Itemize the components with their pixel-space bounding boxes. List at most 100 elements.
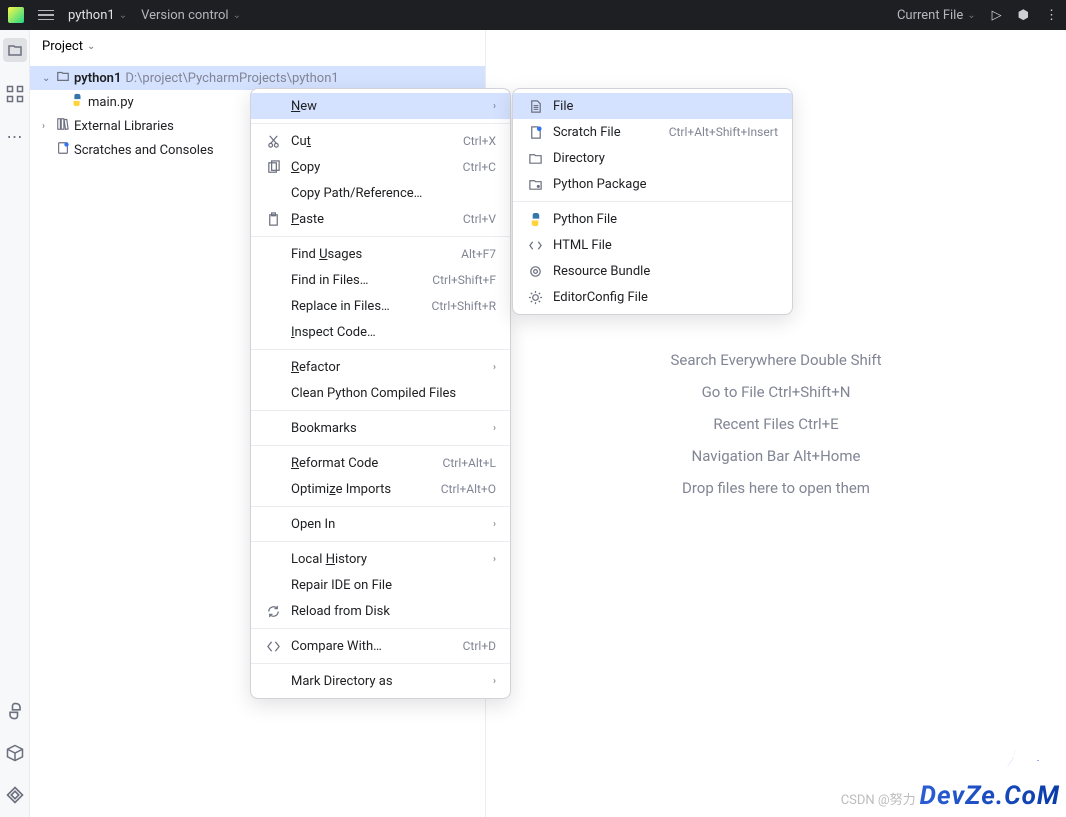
menu-label: Inspect Code…	[291, 325, 496, 340]
project-root-node[interactable]: ⌄ python1 D:\project\PycharmProjects\pyt…	[30, 66, 485, 90]
menu-label: EditorConfig File	[553, 290, 778, 305]
menu-label: New	[291, 99, 483, 114]
chevron-down-icon: ⌄	[119, 10, 127, 21]
chevron-right-icon: ›	[493, 676, 496, 687]
services-icon[interactable]	[5, 785, 25, 805]
watermark: CSDN @努力 DevZe.CoM	[841, 781, 1060, 811]
menu-label: Find in Files…	[291, 273, 422, 288]
more-tool-icon[interactable]: ⋯	[5, 126, 25, 146]
menu-item-directory[interactable]: Directory	[513, 145, 792, 171]
menu-label: Repair IDE on File	[291, 578, 496, 593]
scratch-icon	[527, 125, 543, 140]
run-config-dropdown[interactable]: Current File⌄	[897, 8, 976, 23]
menu-item-clean-python-compiled-files[interactable]: Clean Python Compiled Files	[251, 380, 510, 406]
shortcut-label: Ctrl+D	[463, 639, 496, 653]
menu-item-find-in-files-[interactable]: Find in Files… Ctrl+Shift+F	[251, 267, 510, 293]
py-icon	[527, 212, 543, 227]
titlebar: python1⌄ Version control⌄ Current File⌄ …	[0, 0, 1066, 30]
packages-icon[interactable]	[5, 743, 25, 763]
folder-icon	[56, 69, 70, 87]
menu-label: Paste	[291, 212, 453, 227]
menu-item-bookmarks[interactable]: Bookmarks ›	[251, 415, 510, 441]
scratches-label: Scratches and Consoles	[74, 143, 214, 158]
menu-item-python-file[interactable]: Python File	[513, 206, 792, 232]
external-label: External Libraries	[74, 119, 174, 134]
menu-item-copy[interactable]: CopyCtrl+C	[251, 154, 510, 180]
menu-label: HTML File	[553, 238, 778, 253]
shortcut-label: Ctrl+Shift+F	[432, 273, 496, 287]
scratches-icon	[56, 141, 70, 159]
context-menu: New › CutCtrl+XCopyCtrl+CCopy Path/Referen…	[250, 88, 511, 699]
python-file-icon	[70, 93, 84, 111]
project-root-label: python1	[74, 71, 121, 86]
menu-item-reformat-code[interactable]: Reformat Code Ctrl+Alt+L	[251, 450, 510, 476]
shortcut-label: Alt+F7	[461, 247, 496, 261]
chevron-right-icon: ›	[493, 554, 496, 565]
menu-item-resource-bundle[interactable]: Resource Bundle	[513, 258, 792, 284]
menu-item-find-usages[interactable]: Find Usages Alt+F7	[251, 241, 510, 267]
debug-icon[interactable]: ⬢	[1018, 8, 1029, 23]
chevron-down-icon: ⌄	[233, 10, 241, 21]
menu-item-html-file[interactable]: HTML File	[513, 232, 792, 258]
project-tool-icon[interactable]	[3, 38, 27, 62]
chevron-right-icon: ›	[493, 423, 496, 434]
menu-item-new[interactable]: New ›	[251, 93, 510, 119]
menu-item-cut[interactable]: CutCtrl+X	[251, 128, 510, 154]
menu-label: Reformat Code	[291, 456, 433, 471]
menu-label: Refactor	[291, 360, 483, 375]
menu-item-editorconfig-file[interactable]: EditorConfig File	[513, 284, 792, 310]
menu-item-replace-in-files-[interactable]: Replace in Files…Ctrl+Shift+R	[251, 293, 510, 319]
shortcut-label: Ctrl+Alt+L	[443, 456, 496, 470]
menu-item-scratch-file[interactable]: Scratch FileCtrl+Alt+Shift+Insert	[513, 119, 792, 145]
menu-item-paste[interactable]: Paste Ctrl+V	[251, 206, 510, 232]
hint-goto: Go to File Ctrl+Shift+N	[702, 383, 851, 401]
menu-label: Reload from Disk	[291, 604, 496, 619]
python-console-icon[interactable]	[5, 701, 25, 721]
shortcut-label: Ctrl+C	[463, 160, 496, 174]
chevron-right-icon: ›	[493, 101, 496, 112]
menu-label: Find Usages	[291, 247, 451, 262]
hint-search: Search Everywhere Double Shift	[670, 351, 881, 369]
menu-item-copy-path-reference-[interactable]: Copy Path/Reference…	[251, 180, 510, 206]
chevron-down-icon: ⌄	[42, 73, 52, 84]
shortcut-label: Ctrl+V	[463, 212, 496, 226]
sidebar-header[interactable]: Project⌄	[30, 30, 485, 62]
menu-label: Mark Directory as	[291, 674, 483, 689]
menu-label: Bookmarks	[291, 421, 483, 436]
project-root-path: D:\project\PycharmProjects\python1	[125, 71, 338, 86]
menu-label: Cut	[291, 134, 453, 149]
structure-tool-icon[interactable]	[5, 84, 25, 104]
run-icon[interactable]: ▷	[992, 8, 1002, 23]
main-menu-button[interactable]	[38, 10, 54, 21]
menu-item-repair-ide-on-file[interactable]: Repair IDE on File	[251, 572, 510, 598]
cfg-icon	[527, 290, 543, 305]
menu-item-compare-with-[interactable]: Compare With…Ctrl+D	[251, 633, 510, 659]
new-submenu: File Scratch FileCtrl+Alt+Shift+Insert Dir…	[512, 88, 793, 315]
menu-item-open-in[interactable]: Open In›	[251, 511, 510, 537]
menu-label: Clean Python Compiled Files	[291, 386, 496, 401]
menu-item-reload-from-disk[interactable]: Reload from Disk	[251, 598, 510, 624]
menu-label: Directory	[553, 151, 778, 166]
more-icon[interactable]: ⋮	[1045, 8, 1058, 23]
pkg-icon	[527, 177, 543, 192]
copy-icon	[265, 160, 281, 175]
menu-item-refactor[interactable]: Refactor›	[251, 354, 510, 380]
menu-label: File	[553, 99, 778, 114]
watermark-cn: 开发者	[978, 743, 1056, 775]
menu-item-python-package[interactable]: Python Package	[513, 171, 792, 197]
version-control-dropdown[interactable]: Version control⌄	[141, 8, 241, 23]
project-name-dropdown[interactable]: python1⌄	[68, 8, 127, 23]
menu-item-inspect-code-[interactable]: Inspect Code…	[251, 319, 510, 345]
app-logo-icon	[8, 7, 24, 23]
menu-item-mark-directory-as[interactable]: Mark Directory as ›	[251, 668, 510, 694]
library-icon	[56, 117, 70, 135]
paste-icon	[265, 212, 281, 227]
menu-label: Resource Bundle	[553, 264, 778, 279]
menu-item-file[interactable]: File	[513, 93, 792, 119]
menu-item-optimize-imports[interactable]: Optimize ImportsCtrl+Alt+O	[251, 476, 510, 502]
reload-icon	[265, 604, 281, 619]
menu-item-local-history[interactable]: Local History›	[251, 546, 510, 572]
bundle-icon	[527, 264, 543, 279]
file-icon	[527, 99, 543, 114]
menu-label: Scratch File	[553, 125, 659, 140]
